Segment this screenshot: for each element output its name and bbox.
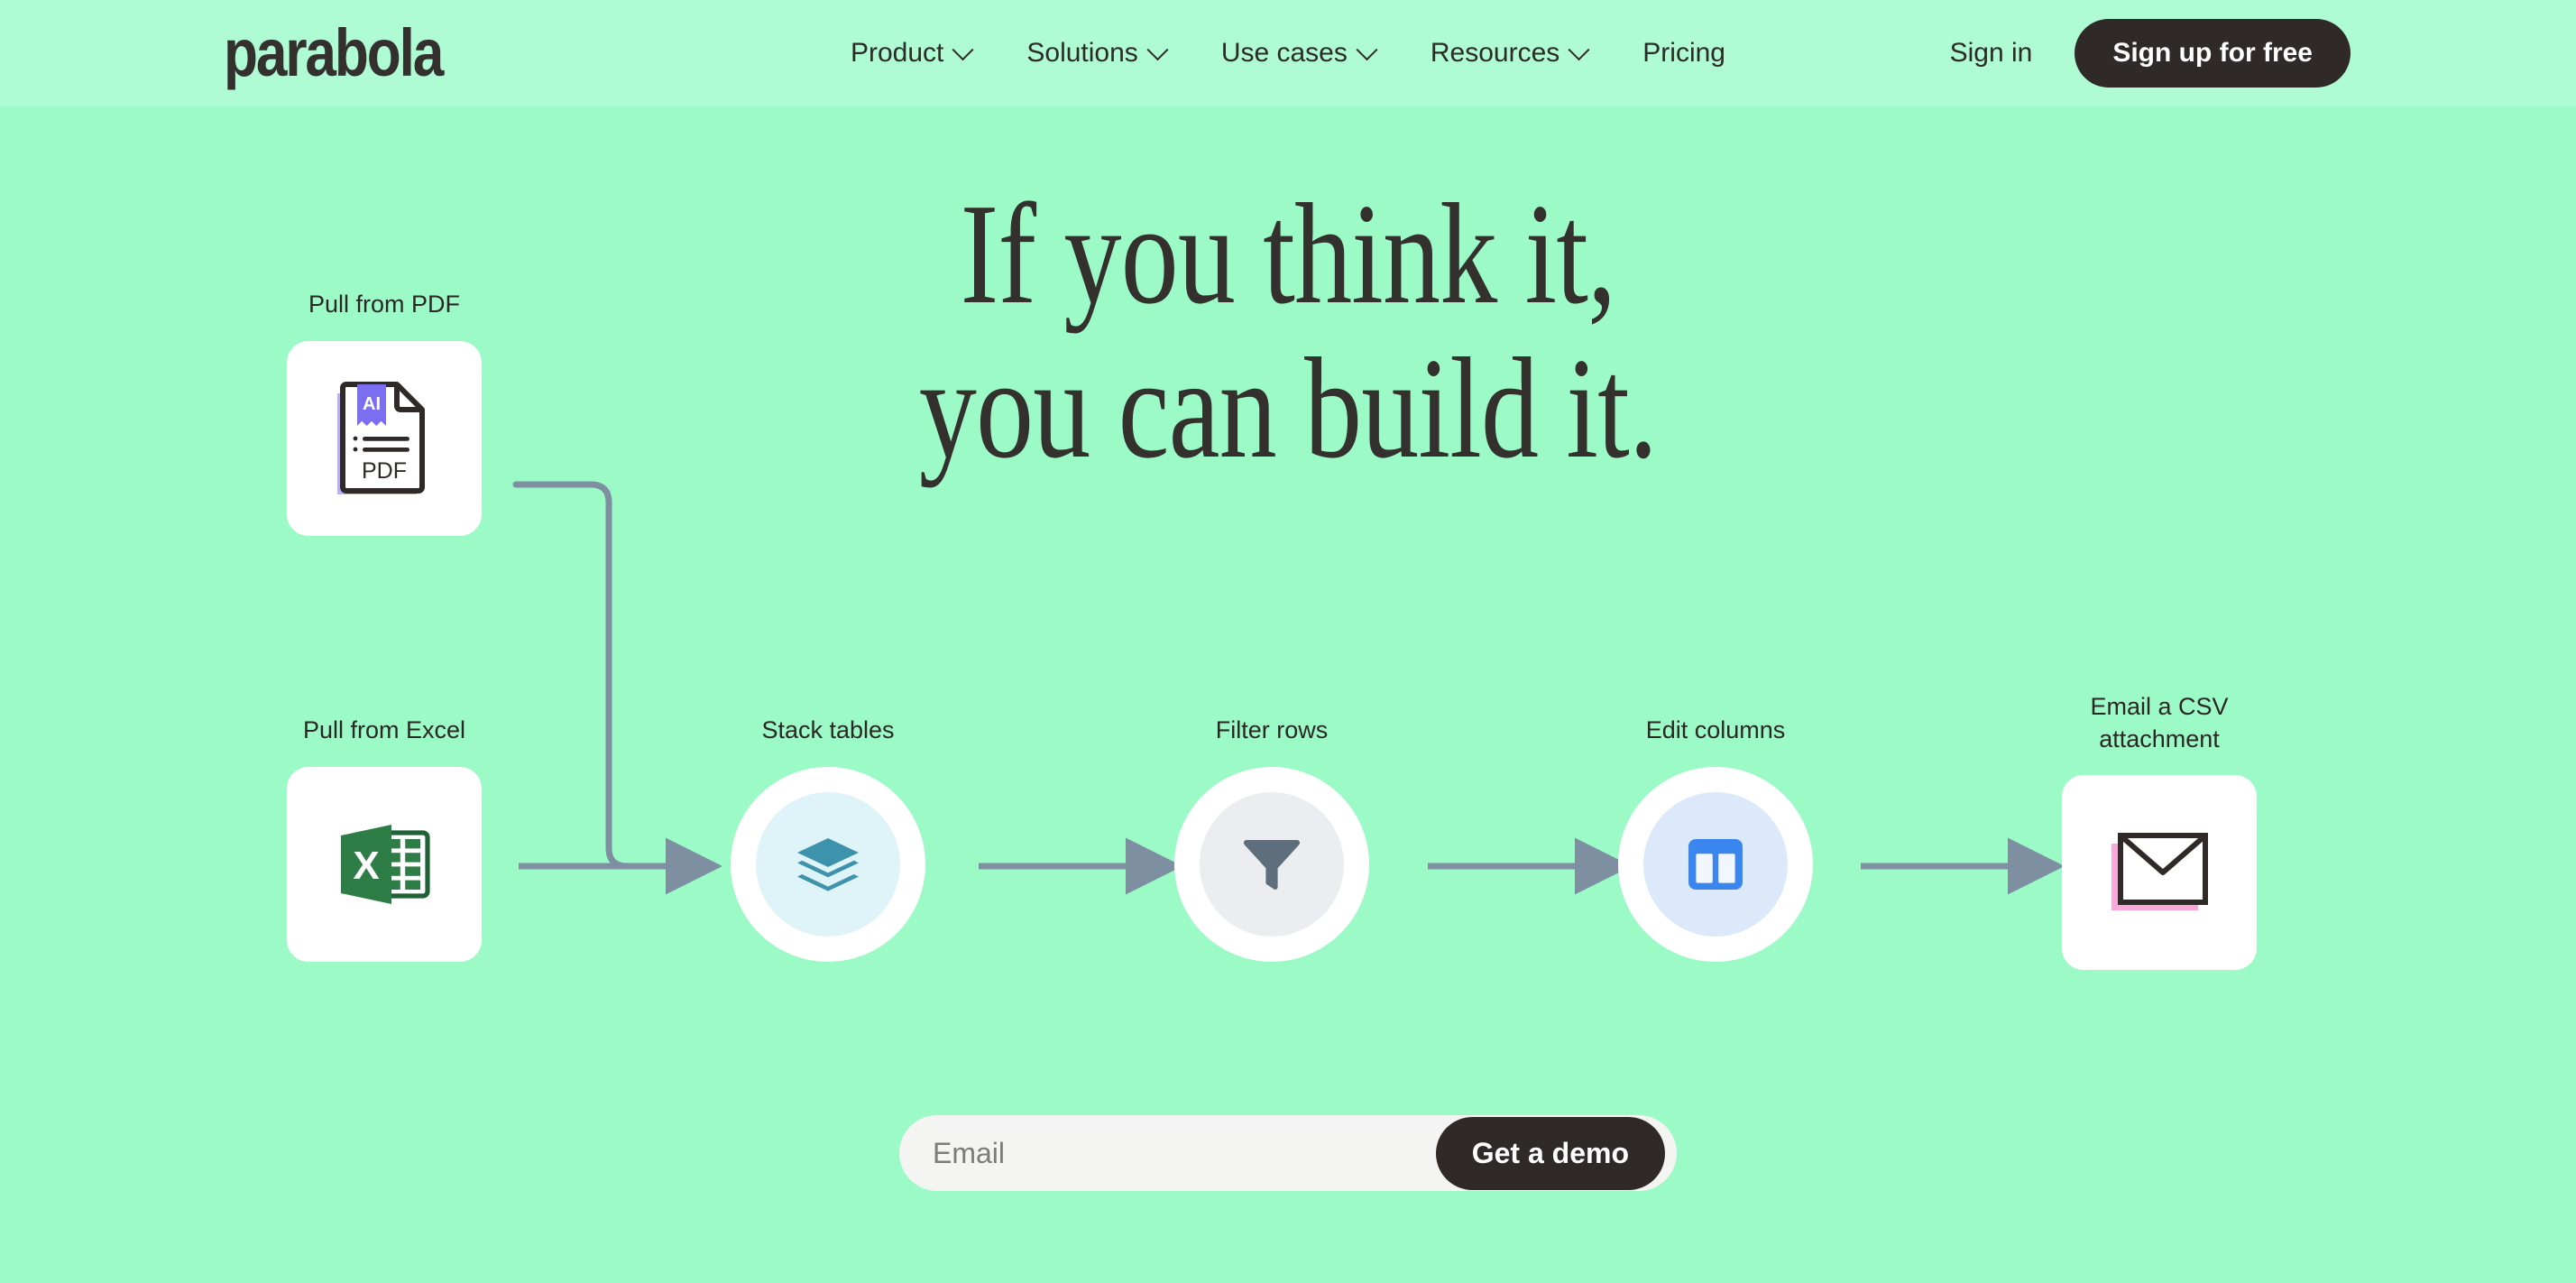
nav-item-label: Use cases xyxy=(1220,38,1348,68)
chevron-down-icon xyxy=(1356,38,1378,60)
nav-item-pricing[interactable]: Pricing xyxy=(1615,29,1753,78)
svg-text:AI: AI xyxy=(363,394,381,414)
nav-item-label: Solutions xyxy=(1026,38,1138,68)
edit-columns-inner-circle xyxy=(1643,791,1788,937)
nav-item-solutions[interactable]: Solutions xyxy=(998,29,1192,78)
header-actions: Sign in Sign up for free xyxy=(1950,19,2351,88)
flow-node-pull-from-pdf: Pull from PDF AI PDF xyxy=(287,289,482,536)
edit-columns-node[interactable] xyxy=(1618,766,1813,962)
sign-up-button[interactable]: Sign up for free xyxy=(2075,19,2351,88)
nav-item-label: Pricing xyxy=(1642,38,1725,68)
flow-node-label: Pull from Excel xyxy=(302,716,466,743)
chevron-down-icon xyxy=(1568,38,1590,60)
chevron-down-icon xyxy=(1146,38,1169,60)
pull-from-pdf-card[interactable]: AI PDF xyxy=(287,340,482,536)
landing-page: parabola Product Solutions Use cases Res… xyxy=(0,0,2576,1283)
flow-diagram: Pull from PDF AI PDF Pull from Excel X S… xyxy=(0,0,2576,1283)
flow-node-label: Edit columns xyxy=(1645,716,1786,743)
email-input[interactable] xyxy=(899,1136,1436,1170)
flow-node-filter-rows: Filter rows xyxy=(1174,715,1369,962)
funnel-icon xyxy=(1243,839,1301,890)
email-csv-card[interactable] xyxy=(2062,775,2257,971)
nav-item-use-cases[interactable]: Use cases xyxy=(1193,29,1403,78)
flow-node-stack-tables: Stack tables xyxy=(731,715,925,962)
excel-file-icon: X xyxy=(341,824,430,904)
flow-connectors xyxy=(512,481,2065,895)
stack-layers-icon xyxy=(797,837,859,891)
sign-in-link[interactable]: Sign in xyxy=(1950,38,2033,69)
flow-node-edit-columns: Edit columns xyxy=(1618,715,1813,962)
columns-icon xyxy=(1688,838,1743,890)
filter-rows-node[interactable] xyxy=(1174,766,1369,962)
stack-tables-inner-circle xyxy=(756,791,900,937)
demo-signup-form: Get a demo xyxy=(899,1115,1677,1191)
main-navigation: Product Solutions Use cases Resources Pr… xyxy=(823,29,1753,78)
flow-node-pull-from-excel: Pull from Excel X xyxy=(287,715,482,962)
nav-item-resources[interactable]: Resources xyxy=(1403,29,1615,78)
flow-node-email-csv: Email a CSV attachment xyxy=(2062,691,2257,971)
flow-node-label: Pull from PDF xyxy=(308,291,461,318)
get-a-demo-button[interactable]: Get a demo xyxy=(1435,1116,1665,1190)
flow-node-label: Stack tables xyxy=(761,716,895,743)
svg-text:PDF: PDF xyxy=(362,458,407,484)
nav-item-product[interactable]: Product xyxy=(823,29,998,78)
flow-node-label: Filter rows xyxy=(1215,716,1329,743)
filter-rows-inner-circle xyxy=(1200,791,1344,937)
chevron-down-icon xyxy=(952,38,974,60)
envelope-icon xyxy=(2111,833,2208,911)
nav-item-label: Product xyxy=(851,38,944,68)
pdf-file-icon: AI PDF xyxy=(337,381,425,494)
nav-item-label: Resources xyxy=(1430,38,1560,68)
stack-tables-node[interactable] xyxy=(731,766,925,962)
svg-text:X: X xyxy=(353,844,379,888)
connector-pdf-to-stack xyxy=(512,481,671,870)
flow-node-label: Email a CSV attachment xyxy=(2090,693,2229,752)
pull-from-excel-card[interactable]: X xyxy=(287,766,482,962)
site-header: parabola Product Solutions Use cases Res… xyxy=(0,0,2576,106)
parabola-logo[interactable]: parabola xyxy=(224,20,444,87)
